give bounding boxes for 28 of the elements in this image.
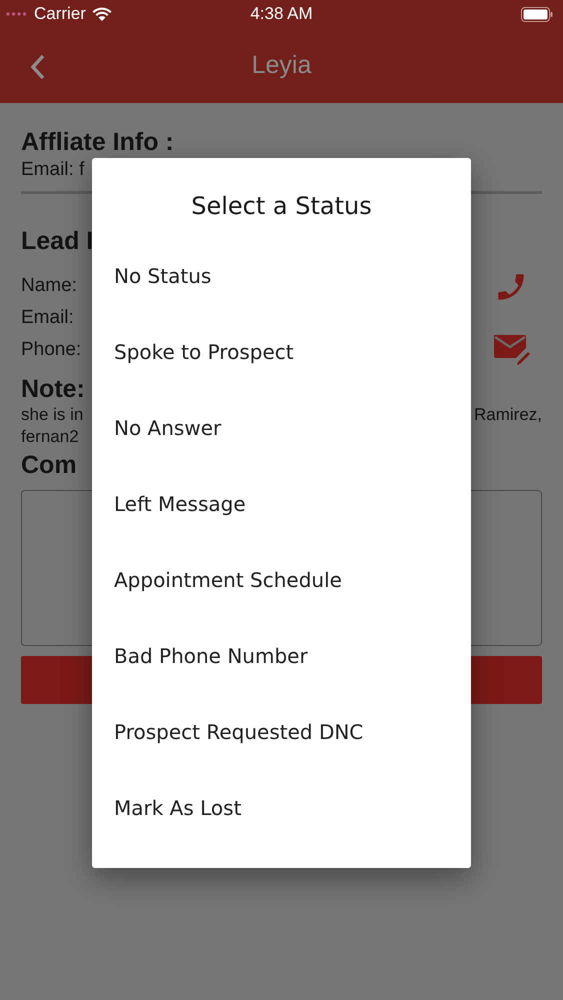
affiliate-email: Email: f	[21, 158, 86, 182]
carrier-name: Carrier	[34, 4, 86, 24]
dialog-title: Select a Status	[190, 191, 373, 222]
status-option[interactable]: Appointment Schedule	[92, 566, 471, 642]
status-option[interactable]: No Answer	[92, 414, 471, 490]
back-icon[interactable]	[30, 54, 46, 80]
status-time: 4:38 AM	[250, 4, 313, 24]
note-text: fernan2	[21, 426, 79, 448]
status-option[interactable]: No Status	[92, 262, 471, 338]
signal-icon	[6, 12, 28, 16]
wifi-icon	[92, 6, 112, 22]
field-label: Email:	[21, 306, 75, 330]
note-text: Ramirez,	[474, 404, 542, 426]
note-text: she is in	[21, 404, 84, 426]
mail-edit-icon[interactable]	[492, 332, 530, 366]
nav-title: Leyia	[252, 51, 312, 80]
status-option[interactable]: Mark As Lost	[92, 794, 471, 870]
section-heading: Affliate Info :	[21, 127, 175, 157]
battery-icon	[521, 6, 553, 22]
section-heading: Note:	[21, 374, 86, 404]
status-option[interactable]: Spoke to Prospect	[92, 338, 471, 414]
status-option[interactable]: Bad Phone Number	[92, 642, 471, 718]
field-label: Name:	[21, 274, 78, 298]
field-label: Phone:	[21, 338, 82, 362]
section-heading: Lead I	[21, 226, 94, 256]
status-option[interactable]: Left Message	[92, 490, 471, 566]
status-option[interactable]: Prospect Requested DNC	[92, 718, 471, 794]
section-heading: Com	[21, 450, 78, 480]
